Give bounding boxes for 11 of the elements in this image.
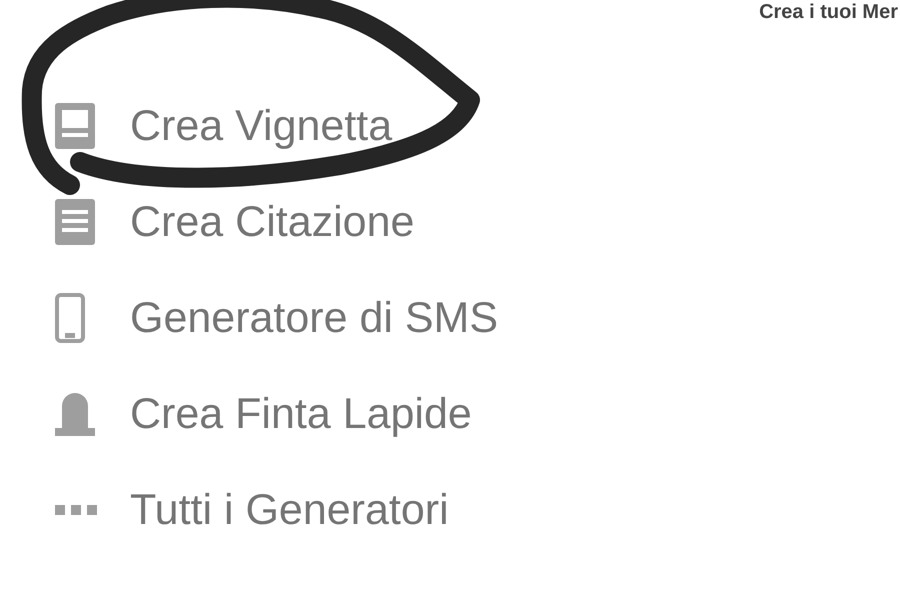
document-icon	[55, 199, 95, 245]
tombstone-icon	[55, 392, 95, 436]
header-title: Crea i tuoi Mer	[759, 0, 898, 25]
smartphone-icon	[55, 293, 85, 343]
menu-item[interactable]: Crea Vignetta	[0, 78, 900, 174]
menu-item[interactable]: Generatore di SMS	[0, 270, 900, 366]
comic-panel-icon	[55, 103, 95, 149]
more-icon	[55, 505, 97, 515]
menu-item[interactable]: Crea Finta Lapide	[0, 366, 900, 462]
menu-item[interactable]: Crea Citazione	[0, 174, 900, 270]
menu-item[interactable]: Tutti i Generatori	[0, 462, 900, 558]
